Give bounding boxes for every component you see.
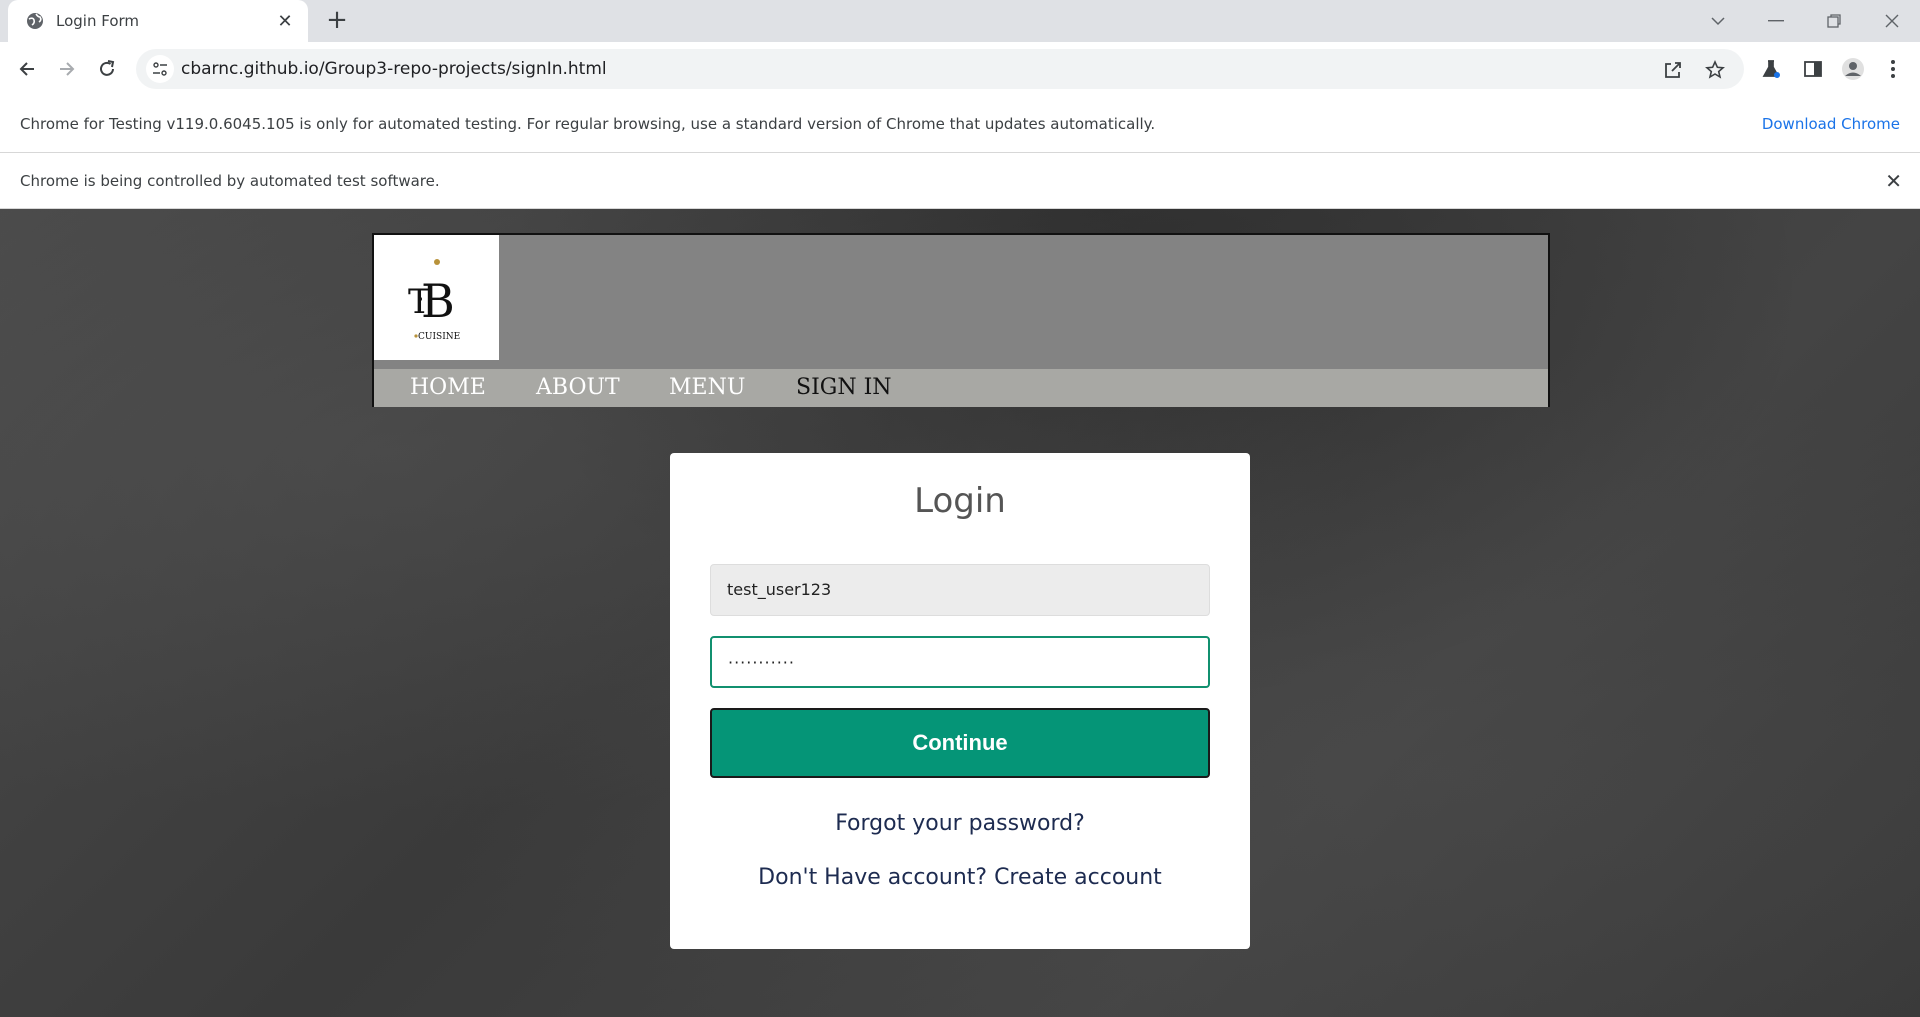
- testing-infobar: Chrome for Testing v119.0.6045.105 is on…: [0, 96, 1920, 153]
- labs-flask-icon[interactable]: [1758, 56, 1784, 82]
- url-text: cbarnc.github.io/Group3-repo-projects/si…: [181, 59, 607, 79]
- automation-notice: Chrome is being controlled by automated …: [20, 172, 440, 190]
- chrome-menu-icon[interactable]: [1880, 56, 1906, 82]
- site-nav: HOME ABOUT MENU SIGN IN: [374, 369, 1548, 407]
- browser-tab[interactable]: Login Form ✕: [8, 0, 308, 42]
- tab-close-icon[interactable]: ✕: [274, 11, 296, 32]
- logo-mark-icon: T B CUISINE: [408, 259, 460, 342]
- password-input[interactable]: ···········: [710, 636, 1210, 688]
- nav-signin-link[interactable]: SIGN IN: [796, 373, 892, 403]
- tab-strip: Login Form ✕ +: [0, 0, 1920, 42]
- download-chrome-link[interactable]: Download Chrome: [1762, 96, 1900, 152]
- page-background: T B CUISINE HOME ABOUT MENU SIGN IN Logi…: [0, 209, 1920, 1017]
- profile-avatar-icon[interactable]: [1840, 56, 1866, 82]
- close-window-icon[interactable]: [1864, 0, 1920, 42]
- site-info-icon[interactable]: [146, 55, 174, 83]
- nav-home-link[interactable]: HOME: [410, 373, 486, 403]
- back-icon[interactable]: [12, 54, 42, 84]
- login-title: Login: [914, 481, 1006, 521]
- automation-infobar: Chrome is being controlled by automated …: [0, 153, 1920, 209]
- address-bar[interactable]: cbarnc.github.io/Group3-repo-projects/si…: [136, 49, 1744, 89]
- new-tab-icon[interactable]: +: [322, 6, 352, 36]
- browser-toolbar: cbarnc.github.io/Group3-repo-projects/si…: [0, 42, 1920, 96]
- site-logo[interactable]: T B CUISINE: [374, 235, 499, 360]
- site-header: T B CUISINE HOME ABOUT MENU SIGN IN: [372, 233, 1550, 407]
- tab-title: Login Form: [56, 12, 140, 30]
- continue-button[interactable]: Continue: [710, 708, 1210, 778]
- bookmark-star-icon[interactable]: [1702, 57, 1728, 83]
- svg-text:CUISINE: CUISINE: [418, 332, 460, 342]
- share-icon[interactable]: [1660, 57, 1686, 83]
- create-account-link[interactable]: Don't Have account? Create account: [670, 865, 1250, 890]
- globe-icon: [27, 13, 43, 29]
- nav-menu-link[interactable]: MENU: [669, 373, 745, 403]
- minimize-icon[interactable]: [1748, 0, 1804, 42]
- testing-notice: Chrome for Testing v119.0.6045.105 is on…: [20, 115, 1156, 133]
- tab-search-icon[interactable]: [1690, 0, 1746, 42]
- restore-icon[interactable]: [1806, 0, 1862, 42]
- login-card: Login test_user123 ··········· Continue …: [670, 453, 1250, 949]
- reload-icon[interactable]: [92, 54, 122, 84]
- username-input[interactable]: test_user123: [710, 564, 1210, 616]
- nav-about-link[interactable]: ABOUT: [536, 373, 620, 403]
- side-panel-icon[interactable]: [1800, 56, 1826, 82]
- forward-icon[interactable]: [52, 54, 82, 84]
- close-infobar-icon[interactable]: ✕: [1885, 153, 1902, 209]
- forgot-password-link[interactable]: Forgot your password?: [670, 811, 1250, 836]
- svg-text:B: B: [421, 274, 455, 328]
